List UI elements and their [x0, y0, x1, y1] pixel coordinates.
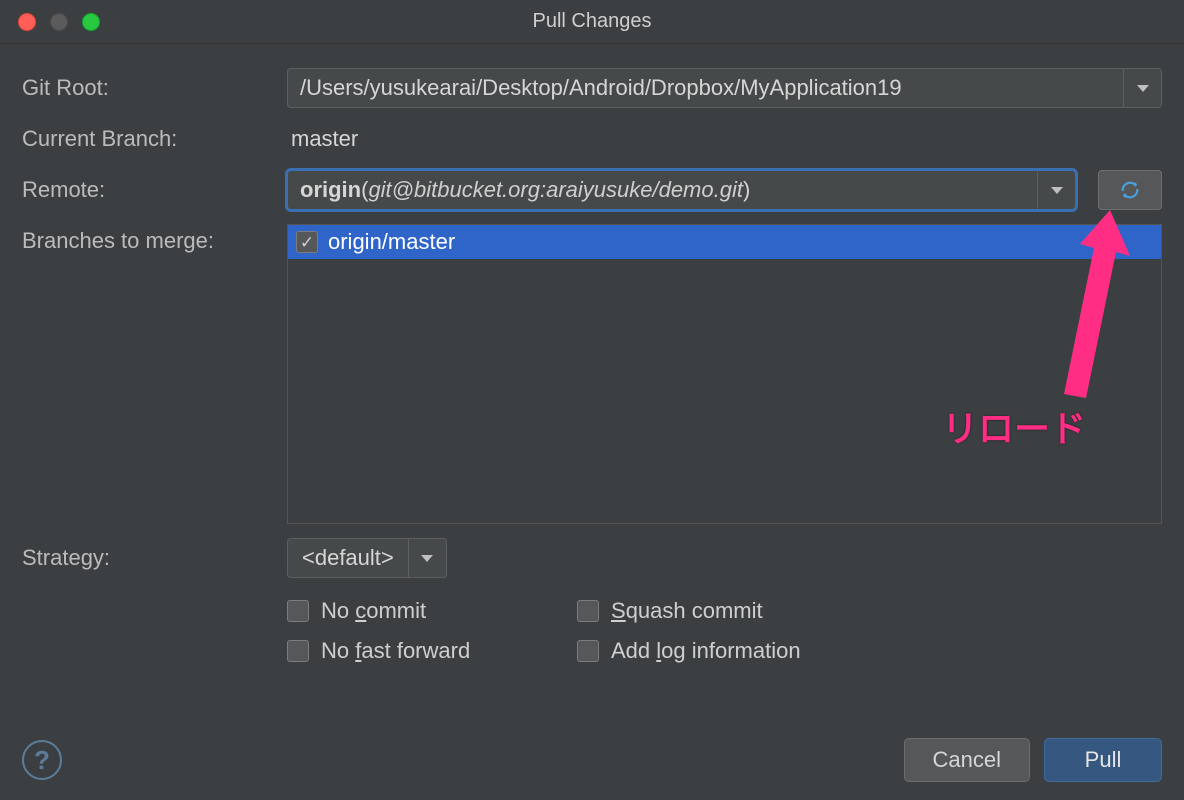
strategy-combobox[interactable]: <default> [287, 538, 447, 578]
dialog-footer: ? Cancel Pull [22, 738, 1162, 782]
refresh-button[interactable] [1098, 170, 1162, 210]
chevron-down-icon [421, 555, 433, 562]
annotation-label: リロード [942, 400, 1086, 452]
branch-checkbox[interactable] [296, 231, 318, 253]
no-commit-checkbox[interactable]: No commit [287, 598, 547, 624]
remote-url: git@bitbucket.org:araiyusuke/demo.git [368, 177, 743, 202]
checkbox-icon [577, 640, 599, 662]
window-title: Pull Changes [0, 10, 1184, 33]
git-root-dropdown-button[interactable] [1123, 69, 1161, 107]
help-button[interactable]: ? [22, 740, 62, 780]
chevron-down-icon [1051, 187, 1063, 194]
squash-commit-label: Squash commit [611, 598, 763, 624]
options-grid: No commit Squash commit No fast forward … [287, 598, 801, 664]
strategy-value: <default> [288, 545, 408, 571]
git-root-combobox[interactable]: /Users/yusukearai/Desktop/Android/Dropbo… [287, 68, 1162, 108]
cancel-button-label: Cancel [933, 747, 1001, 773]
strategy-dropdown-button[interactable] [408, 539, 446, 577]
current-branch-value: master [287, 126, 358, 152]
no-commit-label: No commit [321, 598, 426, 624]
remote-label: Remote: [22, 173, 287, 207]
branches-to-merge-label: Branches to merge: [22, 224, 287, 258]
branch-label: origin/master [328, 229, 455, 255]
current-branch-label: Current Branch: [22, 122, 287, 156]
remote-dropdown-button[interactable] [1037, 171, 1075, 209]
checkbox-icon [287, 600, 309, 622]
chevron-down-icon [1137, 85, 1149, 92]
checkbox-icon [577, 600, 599, 622]
add-log-info-checkbox[interactable]: Add log information [577, 638, 801, 664]
help-icon: ? [34, 745, 50, 776]
git-root-label: Git Root: [22, 71, 287, 105]
remote-combobox[interactable]: origin(git@bitbucket.org:araiyusuke/demo… [287, 170, 1076, 210]
remote-value: origin(git@bitbucket.org:araiyusuke/demo… [288, 177, 1037, 203]
branches-list[interactable]: origin/master [287, 224, 1162, 524]
refresh-icon [1119, 179, 1141, 201]
squash-commit-checkbox[interactable]: Squash commit [577, 598, 801, 624]
branch-list-item[interactable]: origin/master [288, 225, 1161, 259]
git-root-value: /Users/yusukearai/Desktop/Android/Dropbo… [288, 75, 1123, 101]
pull-button[interactable]: Pull [1044, 738, 1162, 782]
strategy-label: Strategy: [22, 541, 287, 575]
add-log-info-label: Add log information [611, 638, 801, 664]
no-fast-forward-label: No fast forward [321, 638, 470, 664]
dialog-content: Git Root: /Users/yusukearai/Desktop/Andr… [0, 44, 1184, 698]
remote-name: origin [300, 177, 361, 202]
checkbox-icon [287, 640, 309, 662]
titlebar: Pull Changes [0, 0, 1184, 44]
cancel-button[interactable]: Cancel [904, 738, 1030, 782]
pull-button-label: Pull [1085, 747, 1122, 773]
no-fast-forward-checkbox[interactable]: No fast forward [287, 638, 547, 664]
